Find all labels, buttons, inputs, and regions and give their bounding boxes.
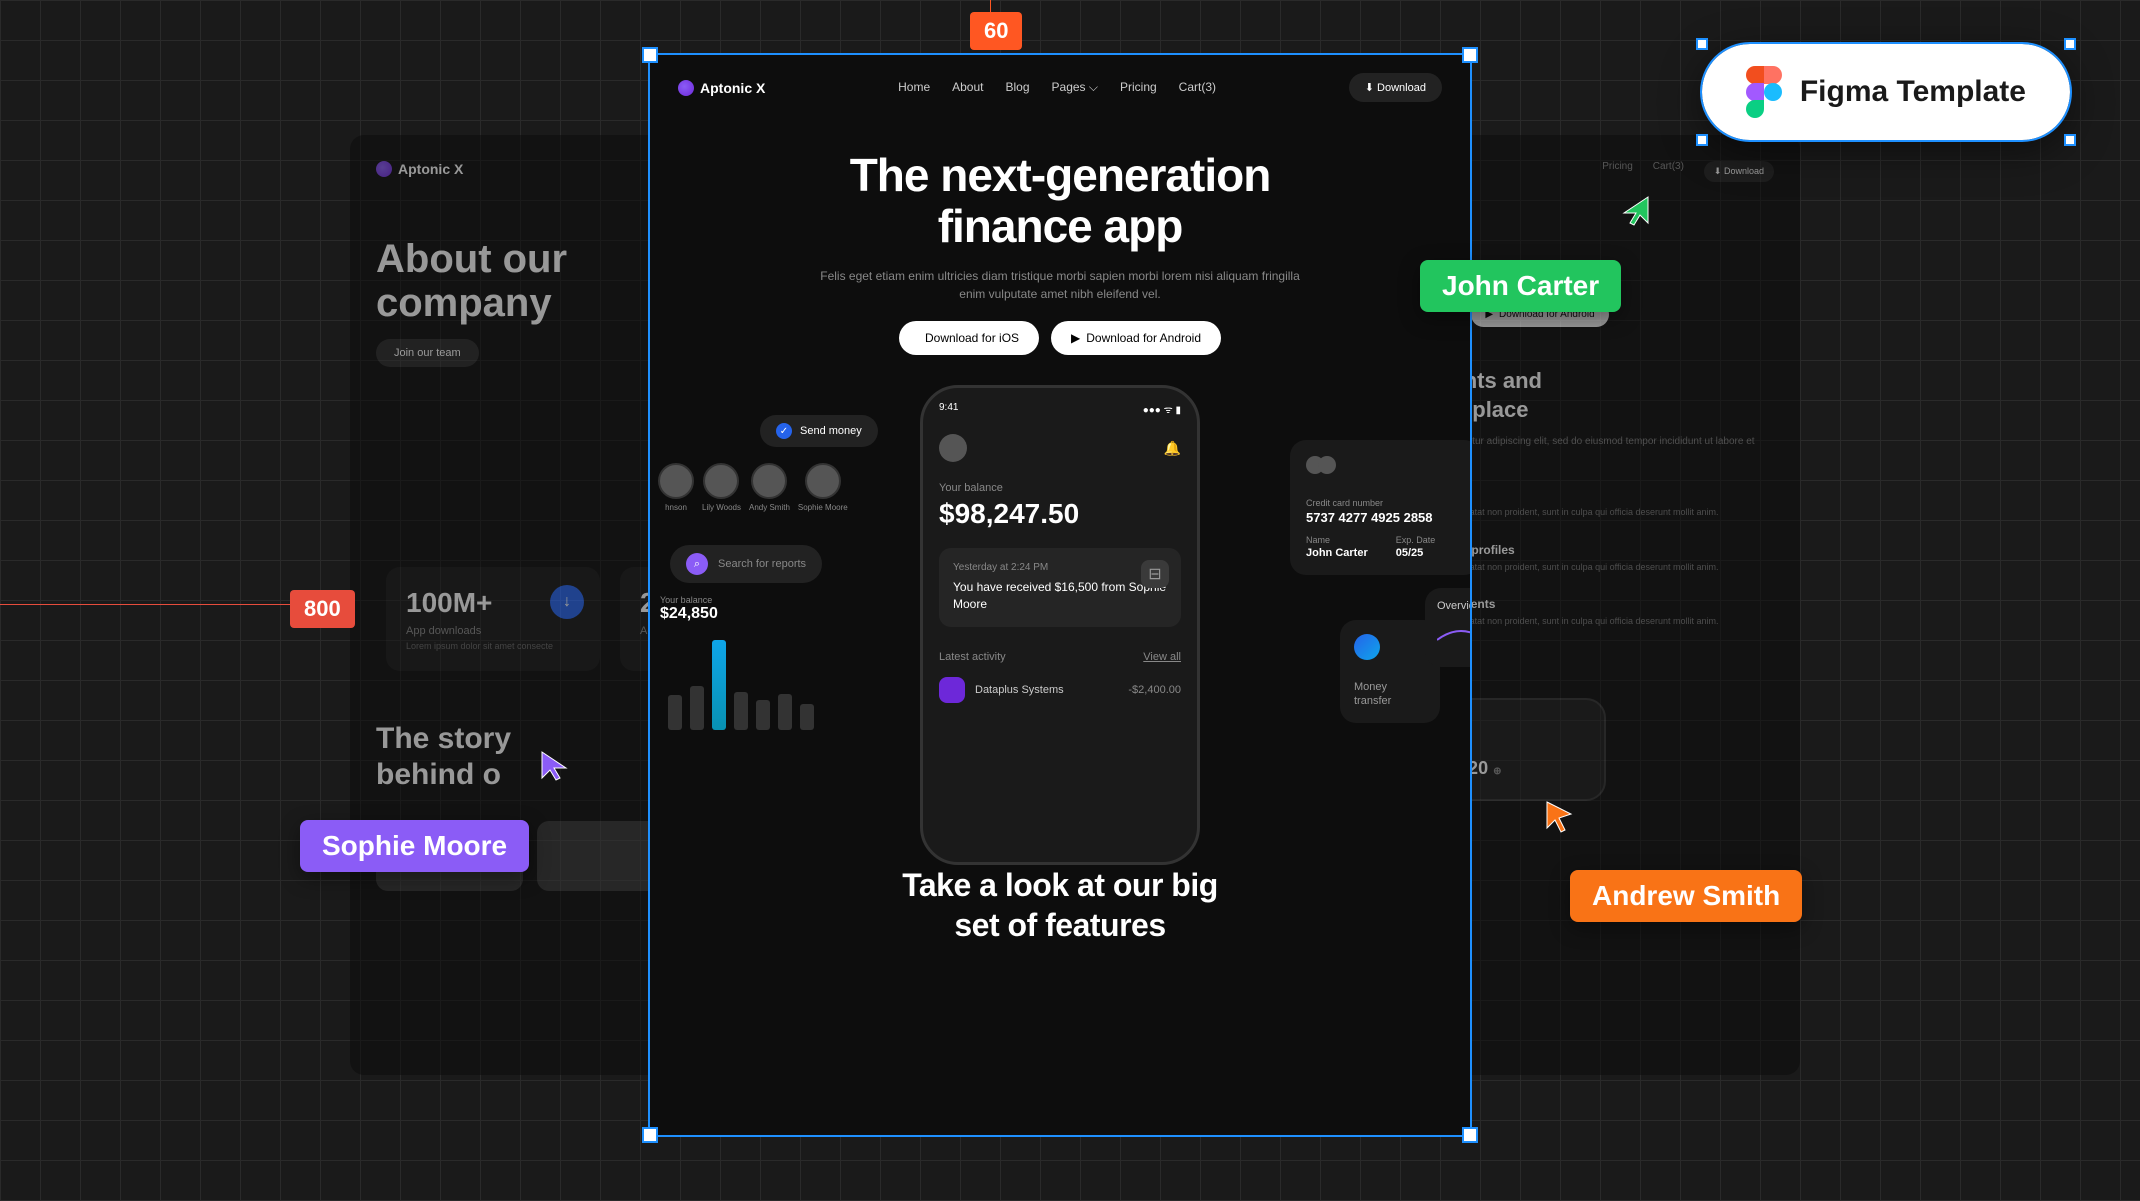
activity-row: Dataplus Systems -$2,400.00 [939, 677, 1181, 703]
signal-icon: ●●● ᯤ ▮ [1143, 402, 1181, 416]
avatar [703, 463, 739, 499]
card-icon: ⊟ [1141, 560, 1169, 588]
search-icon: ⌕ [686, 553, 708, 575]
guide-horizontal [0, 604, 300, 605]
logo-icon [678, 80, 694, 96]
avatar [658, 463, 694, 499]
phone-status-bar: 9:41●●● ᯤ ▮ [939, 402, 1181, 416]
download-button[interactable]: ⬇ Download [1349, 73, 1442, 102]
avatar [751, 463, 787, 499]
cursor-john [1620, 195, 1650, 229]
hero-subtitle: Felis eget etiam enim ultricies diam tri… [820, 267, 1300, 303]
mastercard-icon [1306, 456, 1464, 474]
cursor-andrew [1545, 800, 1575, 834]
ruler-badge-left: 800 [290, 590, 355, 628]
credit-card: Credit card number 5737 4277 4925 2858 N… [1290, 440, 1470, 575]
activity-icon [939, 677, 965, 703]
nav-about[interactable]: About [952, 80, 983, 95]
balance-value: $98,247.50 [939, 498, 1181, 530]
transaction-card: Yesterday at 2:24 PM You have received $… [939, 548, 1181, 627]
avatars-row: hnson Lily Woods Andy Smith Sophie Moore [658, 463, 848, 512]
bar-chart [668, 630, 814, 730]
cursor-tag-andrew: Andrew Smith [1570, 870, 1802, 922]
avatar [939, 434, 967, 462]
cursor-tag-john: John Carter [1420, 260, 1621, 312]
figma-badge-text: Figma Template [1800, 75, 2026, 109]
figma-logo-icon [1746, 66, 1782, 118]
brand-logo[interactable]: Aptonic X [678, 80, 765, 96]
sparkline-icon [1437, 620, 1470, 650]
search-reports: ⌕Search for reports [670, 545, 822, 583]
figma-template-badge[interactable]: Figma Template [1702, 44, 2070, 140]
nav-cart[interactable]: Cart(3) [1179, 80, 1216, 95]
nav-pages[interactable]: Pages ⌵ [1052, 80, 1098, 95]
transfer-icon [1354, 634, 1380, 660]
balance-label: Your balance [939, 482, 1181, 494]
check-icon: ✓ [776, 423, 792, 439]
cursor-sophie [540, 750, 570, 784]
stat-card-downloads: 100M+ App downloads Lorem ipsum dolor si… [386, 567, 600, 671]
avatar [805, 463, 841, 499]
hero: The next-generationfinance app Felis ege… [650, 120, 1470, 355]
bell-icon: 🔔 [1164, 440, 1181, 457]
view-all-link[interactable]: View all [1143, 651, 1181, 663]
hero-title: The next-generationfinance app [690, 150, 1430, 251]
phone-mockup: 9:41●●● ᯤ ▮ 🔔 Your balance $98,247.50 Ye… [920, 385, 1200, 865]
features-title: Take a look at our bigset of features [650, 865, 1470, 945]
send-money-pill: ✓Send money [760, 415, 878, 447]
nav-pricing[interactable]: Pricing [1120, 80, 1157, 95]
download-circle-icon: ↓ [550, 585, 584, 619]
nav-links: Home About Blog Pages ⌵ Pricing Cart(3) [898, 80, 1216, 95]
download-android-button[interactable]: ▶Download for Android [1051, 321, 1221, 355]
mini-balance: Your balance $24,850 [660, 595, 718, 623]
download-ios-button[interactable]: Download for iOS [899, 321, 1039, 355]
logo-icon [376, 161, 392, 177]
nav-home[interactable]: Home [898, 80, 930, 95]
join-team-button[interactable]: Join our team [376, 339, 479, 367]
phone-mockup-area: ✓Send money hnson Lily Woods Andy Smith … [650, 385, 1470, 865]
overview-card: Overview [1425, 588, 1470, 667]
cursor-tag-sophie: Sophie Moore [300, 820, 529, 872]
main-frame[interactable]: Aptonic X Home About Blog Pages ⌵ Pricin… [650, 55, 1470, 1135]
ruler-badge-top: 60 [970, 12, 1022, 50]
play-icon: ▶ [1071, 331, 1080, 345]
nav-blog[interactable]: Blog [1005, 80, 1029, 95]
main-nav: Aptonic X Home About Blog Pages ⌵ Pricin… [650, 55, 1470, 120]
latest-activity-label: Latest activity [939, 651, 1006, 663]
